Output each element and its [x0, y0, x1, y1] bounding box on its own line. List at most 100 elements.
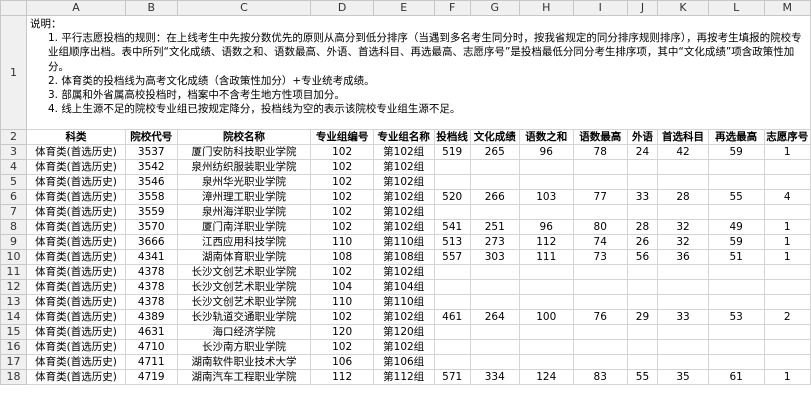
table-cell[interactable]: 长沙南方职业学院	[176, 339, 312, 355]
notes-cell[interactable]: 说明： 1. 平行志愿投档的规则：在上线考生中先按分数优先的原则从高分到低分排序…	[26, 15, 811, 130]
table-cell[interactable]	[763, 279, 811, 295]
table-cell[interactable]: 61	[707, 369, 765, 385]
table-cell[interactable]	[469, 339, 520, 355]
table-cell[interactable]: 51	[707, 249, 765, 265]
table-cell[interactable]	[433, 354, 471, 370]
table-cell[interactable]: 第102组	[372, 264, 435, 280]
table-cell[interactable]: 56	[626, 249, 659, 265]
table-cell[interactable]: 102	[310, 219, 374, 235]
table-cell[interactable]: 120	[310, 324, 374, 340]
table-cell[interactable]: 第104组	[372, 279, 435, 295]
table-cell[interactable]: 59	[707, 144, 765, 160]
table-cell[interactable]	[707, 204, 765, 220]
table-cell[interactable]: 海口经济学院	[176, 324, 312, 340]
column-header[interactable]: B	[125, 0, 178, 16]
table-cell[interactable]: 3558	[125, 189, 178, 205]
table-cell[interactable]	[518, 294, 574, 310]
table-cell[interactable]: 体育类(首选历史)	[25, 309, 127, 325]
table-cell[interactable]: 4378	[125, 294, 178, 310]
table-cell[interactable]: 体育类(首选历史)	[25, 249, 127, 265]
table-cell[interactable]: 4710	[125, 339, 178, 355]
table-cell[interactable]	[469, 264, 520, 280]
table-cell[interactable]	[626, 264, 659, 280]
table-cell[interactable]	[433, 324, 471, 340]
row-header[interactable]: 12	[0, 279, 27, 295]
table-cell[interactable]: 111	[518, 249, 574, 265]
row-header[interactable]: 15	[0, 324, 27, 340]
table-cell[interactable]: 103	[518, 189, 574, 205]
table-cell[interactable]: 第102组	[372, 159, 435, 175]
table-cell[interactable]: 96	[518, 219, 574, 235]
table-cell[interactable]: 3666	[125, 234, 178, 250]
table-cell[interactable]	[518, 204, 574, 220]
table-cell[interactable]	[626, 279, 659, 295]
row-header[interactable]: 13	[0, 294, 27, 310]
table-cell[interactable]	[657, 324, 709, 340]
table-cell[interactable]: 102	[310, 339, 374, 355]
table-cell[interactable]: 体育类(首选历史)	[25, 189, 127, 205]
table-cell[interactable]: 长沙文创艺术职业学院	[176, 279, 312, 295]
table-cell[interactable]	[763, 324, 811, 340]
table-cell[interactable]	[433, 174, 471, 190]
table-cell[interactable]	[469, 294, 520, 310]
table-cell[interactable]: 266	[469, 189, 520, 205]
row-header[interactable]: 1	[0, 15, 27, 130]
table-cell[interactable]: 124	[518, 369, 574, 385]
table-cell[interactable]	[763, 339, 811, 355]
column-header[interactable]: H	[518, 0, 574, 16]
table-cell[interactable]: 长沙轨道交通职业学院	[176, 309, 312, 325]
table-cell[interactable]: 29	[626, 309, 659, 325]
table-cell[interactable]: 55	[626, 369, 659, 385]
table-cell[interactable]	[626, 294, 659, 310]
table-cell[interactable]	[657, 264, 709, 280]
table-cell[interactable]: 4631	[125, 324, 178, 340]
table-cell[interactable]: 1	[763, 249, 811, 265]
table-cell[interactable]: 112	[310, 369, 374, 385]
table-cell[interactable]	[433, 339, 471, 355]
table-cell[interactable]: 体育类(首选历史)	[25, 369, 127, 385]
header-cell[interactable]: 院校名称	[176, 129, 312, 145]
table-cell[interactable]: 102	[310, 204, 374, 220]
table-cell[interactable]: 体育类(首选历史)	[25, 264, 127, 280]
table-cell[interactable]: 76	[572, 309, 628, 325]
table-cell[interactable]	[572, 279, 628, 295]
table-cell[interactable]: 461	[433, 309, 471, 325]
table-cell[interactable]: 长沙文创艺术职业学院	[176, 264, 312, 280]
column-header[interactable]: C	[176, 0, 312, 16]
table-cell[interactable]: 1	[763, 234, 811, 250]
table-cell[interactable]: 长沙文创艺术职业学院	[176, 294, 312, 310]
table-cell[interactable]	[657, 354, 709, 370]
table-cell[interactable]	[763, 159, 811, 175]
table-cell[interactable]	[763, 264, 811, 280]
table-cell[interactable]: 519	[433, 144, 471, 160]
table-cell[interactable]: 35	[657, 369, 709, 385]
table-cell[interactable]	[626, 324, 659, 340]
table-cell[interactable]	[518, 279, 574, 295]
table-cell[interactable]	[626, 339, 659, 355]
row-header[interactable]: 6	[0, 189, 27, 205]
table-cell[interactable]	[763, 204, 811, 220]
header-cell[interactable]: 再选最高	[707, 129, 765, 145]
table-cell[interactable]: 第110组	[372, 294, 435, 310]
table-cell[interactable]	[433, 204, 471, 220]
table-cell[interactable]: 55	[707, 189, 765, 205]
table-cell[interactable]: 520	[433, 189, 471, 205]
table-cell[interactable]	[657, 174, 709, 190]
table-cell[interactable]: 77	[572, 189, 628, 205]
table-cell[interactable]	[707, 279, 765, 295]
table-cell[interactable]: 体育类(首选历史)	[25, 354, 127, 370]
table-cell[interactable]: 303	[469, 249, 520, 265]
table-cell[interactable]: 104	[310, 279, 374, 295]
table-cell[interactable]: 泉州华光职业学院	[176, 174, 312, 190]
table-cell[interactable]: 体育类(首选历史)	[25, 159, 127, 175]
header-cell[interactable]: 投档线	[433, 129, 471, 145]
table-cell[interactable]	[433, 294, 471, 310]
table-cell[interactable]	[657, 159, 709, 175]
table-cell[interactable]: 体育类(首选历史)	[25, 339, 127, 355]
table-cell[interactable]	[657, 339, 709, 355]
table-cell[interactable]	[518, 264, 574, 280]
table-cell[interactable]	[707, 159, 765, 175]
table-cell[interactable]: 513	[433, 234, 471, 250]
header-cell[interactable]: 语数之和	[518, 129, 574, 145]
table-cell[interactable]: 江西应用科技学院	[176, 234, 312, 250]
